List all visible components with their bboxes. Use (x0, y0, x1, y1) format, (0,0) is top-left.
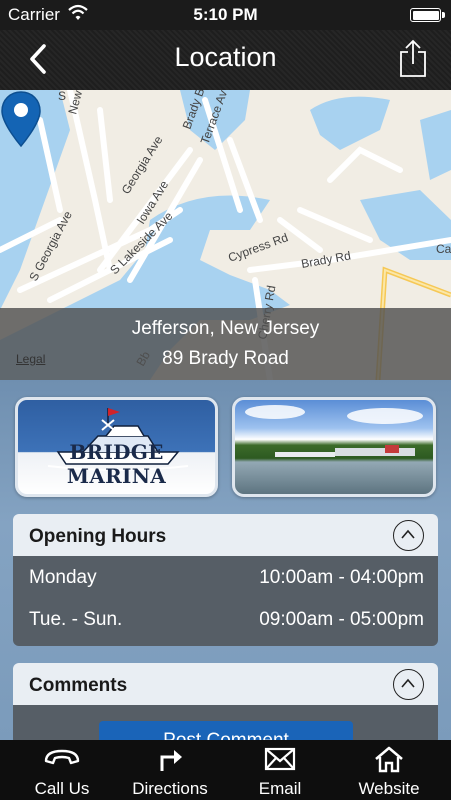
status-bar: Carrier 5:10 PM (0, 0, 451, 30)
tab-label: Call Us (34, 779, 90, 798)
home-icon (375, 746, 403, 773)
hours-day: Tue. - Sun. (29, 609, 123, 630)
tab-website[interactable]: Website (333, 740, 445, 800)
directions-arrow-icon (160, 750, 182, 771)
marina-logo-image[interactable]: BRIDGE MARINA (15, 397, 218, 497)
hours-range: 09:00am - 05:00pm (259, 609, 424, 630)
comments-header[interactable]: Comments (13, 663, 438, 705)
tab-call-us[interactable]: Call Us (6, 740, 118, 800)
phone-icon (44, 749, 80, 765)
opening-hours-header[interactable]: Opening Hours (13, 514, 438, 556)
map-view[interactable]: S Georgia Ave Georgia Ave Iowa Ave S Lak… (0, 90, 451, 380)
marina-photo-image[interactable] (232, 397, 436, 497)
tab-label: Email (258, 779, 302, 798)
map-street-label: Ca (436, 242, 451, 256)
opening-hours-title: Opening Hours (29, 526, 167, 547)
tab-label: Website (358, 779, 420, 798)
nav-bar: Location (0, 30, 451, 90)
opening-hours-panel: Opening Hours Monday 10:00am - 04:00pm T… (13, 514, 438, 646)
map-pin-icon[interactable] (0, 90, 42, 148)
page-title: Location (174, 42, 277, 72)
hours-range: 10:00am - 04:00pm (259, 567, 424, 588)
comments-panel: Comments Post Comment (13, 663, 438, 745)
address-overlay: Jefferson, New Jersey 89 Brady Road (0, 308, 451, 380)
address-city: Jefferson, New Jersey (131, 318, 320, 339)
map-legal-link[interactable]: Legal (16, 352, 45, 366)
comments-title: Comments (29, 675, 128, 696)
hours-row: Monday 10:00am - 04:00pm (29, 567, 424, 591)
collapse-chevron-up-icon[interactable] (393, 520, 424, 551)
marina-photo (245, 405, 423, 457)
marina-logo-text: BRIDGE MARINA (66, 440, 167, 488)
map-street-label: Cypress Rd (226, 230, 290, 265)
address-street: 89 Brady Road (162, 348, 289, 369)
opening-hours-body: Monday 10:00am - 04:00pm Tue. - Sun. 09:… (13, 556, 438, 646)
map-street-label: S (58, 90, 66, 103)
tab-label: Directions (132, 779, 208, 798)
hours-day: Monday (29, 567, 97, 588)
map-street-label: Brady Rd (300, 248, 352, 270)
share-button[interactable] (397, 38, 429, 78)
envelope-icon (264, 747, 296, 771)
battery-icon (410, 8, 445, 22)
hours-row: Tue. - Sun. 09:00am - 05:00pm (29, 609, 424, 633)
comments-body: Post Comment (13, 705, 438, 745)
tab-email[interactable]: Email (224, 740, 336, 800)
clock: 5:10 PM (193, 5, 258, 24)
collapse-chevron-up-icon[interactable] (393, 669, 424, 700)
bottom-tab-bar: Call Us Directions Email Website (0, 740, 451, 800)
tab-directions[interactable]: Directions (114, 740, 226, 800)
